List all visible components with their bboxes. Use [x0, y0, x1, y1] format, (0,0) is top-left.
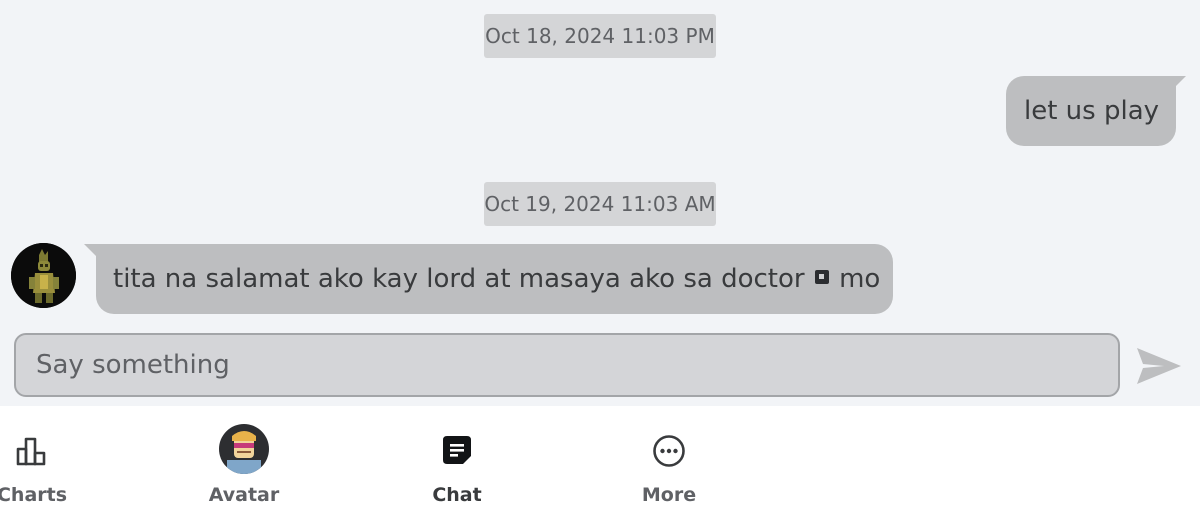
- nav-label: Charts: [0, 484, 68, 506]
- message-text: tita na salamat ako kay lord at masaya a…: [113, 264, 805, 294]
- roblox-glyph-icon: [814, 270, 829, 284]
- incoming-message-bubble[interactable]: tita na salamat ako kay lord at masaya a…: [84, 244, 893, 314]
- nav-item-avatar[interactable]: Avatar: [184, 406, 304, 519]
- sender-avatar[interactable]: [11, 243, 76, 308]
- nav-label: Chat: [432, 484, 482, 506]
- sender-avatar-image: [11, 243, 76, 308]
- more-icon: [653, 435, 685, 467]
- chat-thread[interactable]: Oct 18, 2024 11:03 PM let us play Oct 19…: [0, 0, 1200, 406]
- nav-label: More: [641, 484, 697, 506]
- chat-icon: [443, 436, 471, 464]
- send-icon: [1137, 348, 1181, 384]
- bottom-navigation: Charts Avatar Chat More: [0, 406, 1200, 519]
- charts-icon: [16, 437, 46, 466]
- nav-item-chat[interactable]: Chat: [397, 406, 517, 519]
- timestamp-divider: Oct 19, 2024 11:03 AM: [484, 182, 716, 226]
- outgoing-message-bubble[interactable]: let us play: [1006, 76, 1186, 146]
- nav-label: Avatar: [208, 484, 280, 506]
- message-input[interactable]: [16, 335, 1096, 395]
- nav-item-charts[interactable]: Charts: [0, 406, 92, 519]
- nav-item-more[interactable]: More: [609, 406, 729, 519]
- avatar-thumbnail: [219, 424, 269, 474]
- timestamp-divider: Oct 18, 2024 11:03 PM: [484, 14, 716, 58]
- message-text-tail: mo: [839, 264, 881, 294]
- message-composer: [14, 333, 1120, 397]
- message-text: let us play: [1024, 96, 1160, 126]
- send-button[interactable]: [1134, 344, 1184, 388]
